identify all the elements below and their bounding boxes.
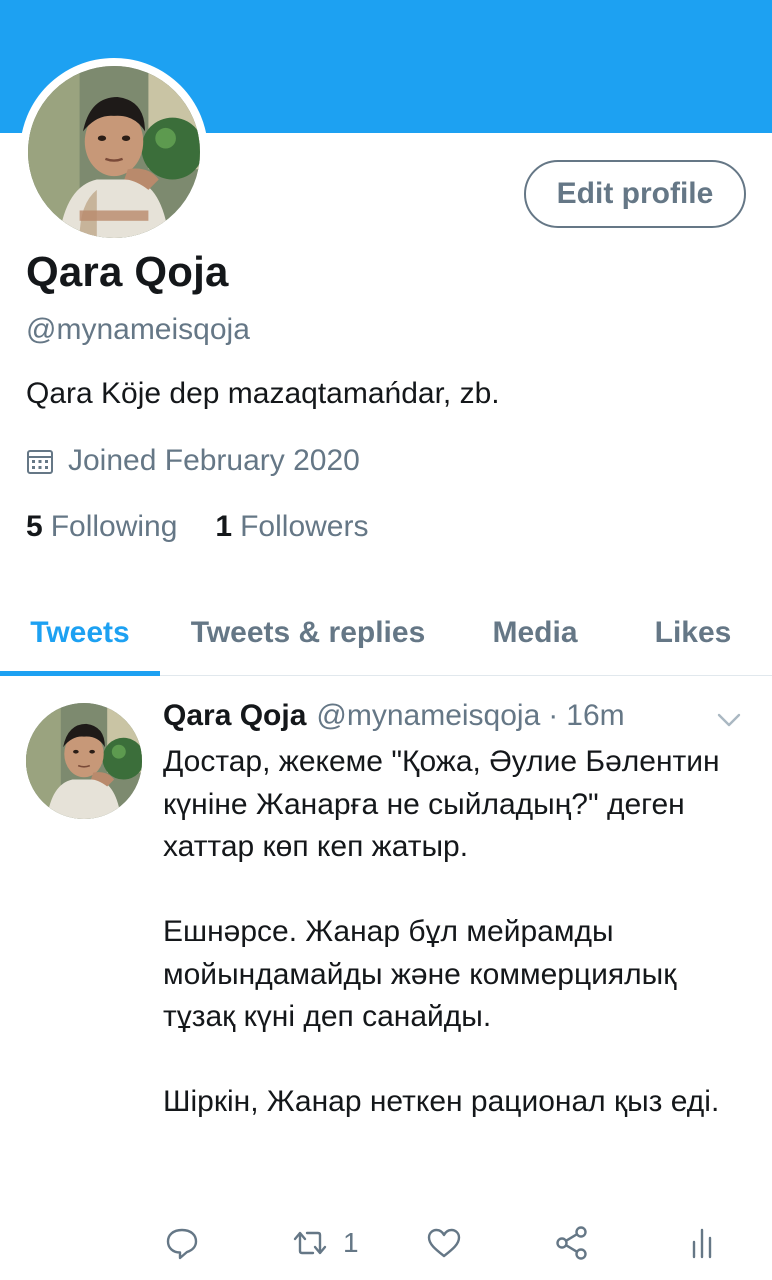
tweet[interactable]: Qara Qoja @mynameisqoja · 16m Достар, же…	[0, 677, 772, 1280]
tweet-author-name[interactable]: Qara Qoja	[163, 699, 306, 733]
tweet-body: Достар, жекеме "Қожа, Әулие Бәлентин күн…	[163, 741, 753, 1124]
following-count: 5	[26, 510, 43, 543]
reply-icon	[166, 1228, 198, 1260]
tweet-header: Qara Qoja @mynameisqoja · 16m	[163, 699, 625, 733]
tweet-paragraph: Достар, жекеме "Қожа, Әулие Бәлентин күн…	[163, 745, 720, 863]
profile-display-name: Qara Qoja	[26, 248, 229, 295]
retweet-count: 1	[343, 1227, 359, 1258]
following-label: Following	[50, 510, 178, 543]
tweet-paragraph: Шіркін, Жанар неткен рационал қыз еді.	[163, 1085, 720, 1118]
active-tab-indicator	[0, 671, 160, 676]
reply-button[interactable]	[163, 1221, 201, 1265]
tweet-paragraph: Ешнәрсе. Жанар бұл мейрамды мойындамайды…	[163, 915, 677, 1033]
tab-tweets-replies[interactable]: Tweets & replies	[160, 590, 456, 676]
tweet-timestamp[interactable]: 16m	[566, 699, 624, 733]
tab-likes[interactable]: Likes	[614, 590, 772, 676]
tweet-avatar[interactable]	[26, 703, 142, 819]
profile-stats: 5 Following 1 Followers	[26, 510, 406, 544]
profile-tabs: Tweets Tweets & replies Media Likes	[0, 590, 772, 676]
calendar-icon	[26, 447, 54, 475]
tweet-author-handle[interactable]: @mynameisqoja	[316, 699, 540, 733]
analytics-button[interactable]	[683, 1221, 721, 1265]
tab-tweets[interactable]: Tweets	[0, 590, 160, 676]
tab-media[interactable]: Media	[456, 590, 614, 676]
share-button[interactable]	[553, 1221, 591, 1265]
profile-handle: @mynameisqoja	[26, 313, 250, 346]
profile-avatar[interactable]	[20, 58, 208, 246]
heart-icon	[427, 1228, 461, 1258]
profile-bio: Qara Köje dep mazaqtamańdar, zb.	[26, 377, 500, 410]
followers-label: Followers	[240, 510, 369, 543]
followers-count: 1	[215, 510, 233, 543]
retweet-icon	[293, 1231, 327, 1255]
following-link[interactable]: 5 Following	[26, 510, 177, 544]
joined-label: Joined February 2020	[68, 444, 360, 477]
analytics-icon	[692, 1228, 712, 1259]
tweet-separator: ·	[548, 699, 559, 732]
followers-link[interactable]: 1 Followers	[215, 510, 368, 544]
profile-photo	[28, 66, 200, 238]
edit-profile-button[interactable]: Edit profile	[524, 160, 746, 228]
retweet-button[interactable]: 1	[291, 1221, 359, 1265]
tweet-actions: 1	[163, 1221, 753, 1265]
chevron-down-icon[interactable]	[714, 705, 744, 735]
joined-date: Joined February 2020	[26, 444, 360, 478]
share-icon	[556, 1226, 587, 1260]
like-button[interactable]	[425, 1221, 463, 1265]
